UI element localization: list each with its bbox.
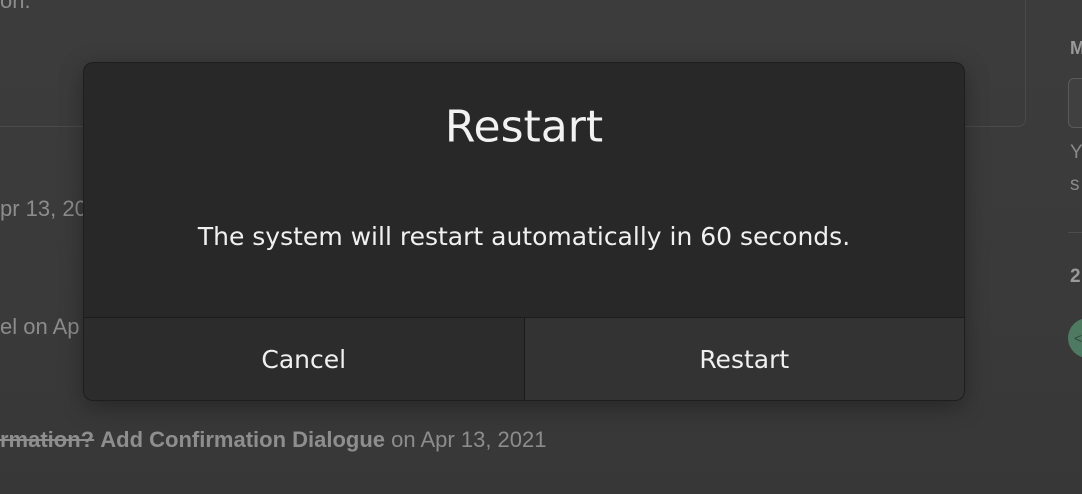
activity-link-title[interactable]: Add Confirmation Dialogue [100, 427, 385, 452]
restart-dialog: Restart The system will restart automati… [84, 63, 964, 400]
dialog-title: Restart [444, 101, 604, 153]
sidebar-input[interactable] [1068, 78, 1082, 128]
activity-link-fragment[interactable]: rmation? [0, 427, 94, 452]
background-date-fragment: pr 13, 20 [0, 196, 87, 221]
sidebar-divider [1068, 232, 1082, 233]
activity-date: on Apr 13, 2021 [385, 427, 547, 452]
cancel-button[interactable]: Cancel [84, 318, 525, 400]
background-activity-line: rmation? Add Confirmation Dialogue on Ap… [0, 427, 546, 453]
dialog-message: The system will restart automatically in… [197, 222, 851, 251]
restart-button[interactable]: Restart [524, 318, 964, 400]
sidebar-text: s [1070, 174, 1080, 195]
sidebar-count: 2 [1070, 266, 1081, 287]
avatar[interactable]: < [1068, 318, 1082, 358]
dialog-actions: Cancel Restart [84, 317, 964, 400]
background-author-fragment: el on Ap [0, 314, 80, 339]
sidebar-text: Y [1070, 142, 1082, 163]
sidebar-label: M [1070, 38, 1082, 58]
background-text-fragment: on. [0, 0, 31, 13]
